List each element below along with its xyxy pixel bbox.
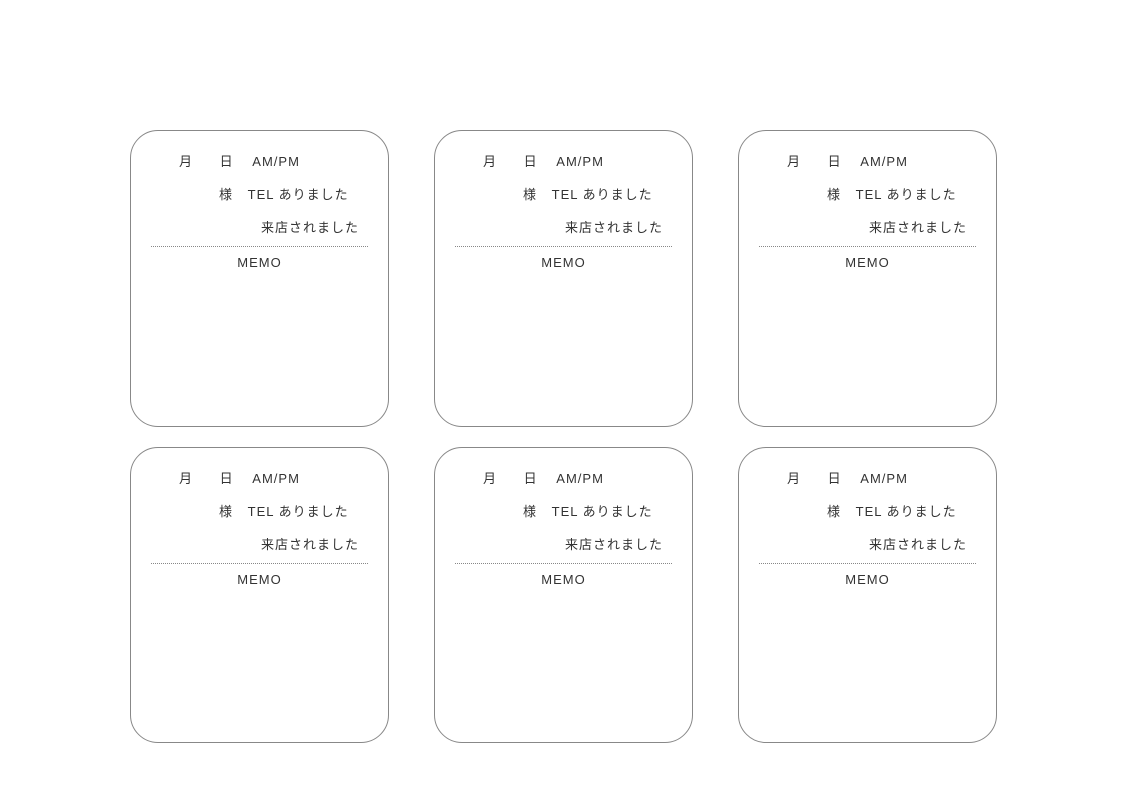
memo-label: MEMO bbox=[149, 564, 370, 587]
tel-label: TEL ありました bbox=[856, 504, 957, 519]
name-line: 様 TEL ありました bbox=[757, 487, 978, 520]
visit-label: 来店されました bbox=[565, 537, 663, 552]
memo-card: 月 日 AM/PM 様 TEL ありました 来店されました MEMO bbox=[434, 130, 693, 427]
visit-label: 来店されました bbox=[869, 537, 967, 552]
date-line: 月 日 AM/PM bbox=[149, 147, 370, 170]
visit-line: 来店されました bbox=[149, 203, 370, 236]
visit-line: 来店されました bbox=[453, 520, 674, 553]
month-label: 月 bbox=[179, 151, 193, 170]
day-label: 日 bbox=[828, 151, 842, 170]
tel-label: TEL ありました bbox=[552, 187, 653, 202]
ampm-label: AM/PM bbox=[556, 154, 604, 169]
sama-label: 様 bbox=[827, 187, 841, 202]
visit-label: 来店されました bbox=[261, 220, 359, 235]
memo-label: MEMO bbox=[149, 247, 370, 270]
month-label: 月 bbox=[787, 151, 801, 170]
sama-label: 様 bbox=[827, 504, 841, 519]
day-label: 日 bbox=[220, 151, 234, 170]
ampm-label: AM/PM bbox=[252, 471, 300, 486]
memo-card: 月 日 AM/PM 様 TEL ありました 来店されました MEMO bbox=[738, 447, 997, 744]
memo-card: 月 日 AM/PM 様 TEL ありました 来店されました MEMO bbox=[130, 130, 389, 427]
tel-label: TEL ありました bbox=[552, 504, 653, 519]
memo-card: 月 日 AM/PM 様 TEL ありました 来店されました MEMO bbox=[434, 447, 693, 744]
memo-label: MEMO bbox=[757, 247, 978, 270]
sama-label: 様 bbox=[219, 504, 233, 519]
visit-label: 来店されました bbox=[869, 220, 967, 235]
memo-label: MEMO bbox=[757, 564, 978, 587]
ampm-label: AM/PM bbox=[860, 471, 908, 486]
name-line: 様 TEL ありました bbox=[757, 170, 978, 203]
ampm-label: AM/PM bbox=[556, 471, 604, 486]
sama-label: 様 bbox=[523, 504, 537, 519]
memo-label: MEMO bbox=[453, 247, 674, 270]
month-label: 月 bbox=[483, 468, 497, 487]
month-label: 月 bbox=[787, 468, 801, 487]
date-line: 月 日 AM/PM bbox=[149, 464, 370, 487]
card-grid: 月 日 AM/PM 様 TEL ありました 来店されました MEMO 月 日 A… bbox=[130, 130, 997, 743]
visit-line: 来店されました bbox=[757, 203, 978, 236]
day-label: 日 bbox=[828, 468, 842, 487]
sama-label: 様 bbox=[523, 187, 537, 202]
visit-label: 来店されました bbox=[565, 220, 663, 235]
day-label: 日 bbox=[524, 151, 538, 170]
name-line: 様 TEL ありました bbox=[149, 170, 370, 203]
month-label: 月 bbox=[483, 151, 497, 170]
visit-line: 来店されました bbox=[757, 520, 978, 553]
memo-label: MEMO bbox=[453, 564, 674, 587]
month-label: 月 bbox=[179, 468, 193, 487]
date-line: 月 日 AM/PM bbox=[453, 147, 674, 170]
ampm-label: AM/PM bbox=[860, 154, 908, 169]
name-line: 様 TEL ありました bbox=[453, 487, 674, 520]
tel-label: TEL ありました bbox=[248, 504, 349, 519]
date-line: 月 日 AM/PM bbox=[757, 147, 978, 170]
visit-label: 来店されました bbox=[261, 537, 359, 552]
date-line: 月 日 AM/PM bbox=[757, 464, 978, 487]
tel-label: TEL ありました bbox=[248, 187, 349, 202]
day-label: 日 bbox=[220, 468, 234, 487]
visit-line: 来店されました bbox=[149, 520, 370, 553]
memo-card: 月 日 AM/PM 様 TEL ありました 来店されました MEMO bbox=[738, 130, 997, 427]
ampm-label: AM/PM bbox=[252, 154, 300, 169]
name-line: 様 TEL ありました bbox=[453, 170, 674, 203]
memo-template-page: 月 日 AM/PM 様 TEL ありました 来店されました MEMO 月 日 A… bbox=[0, 0, 1127, 803]
visit-line: 来店されました bbox=[453, 203, 674, 236]
day-label: 日 bbox=[524, 468, 538, 487]
tel-label: TEL ありました bbox=[856, 187, 957, 202]
name-line: 様 TEL ありました bbox=[149, 487, 370, 520]
memo-card: 月 日 AM/PM 様 TEL ありました 来店されました MEMO bbox=[130, 447, 389, 744]
sama-label: 様 bbox=[219, 187, 233, 202]
date-line: 月 日 AM/PM bbox=[453, 464, 674, 487]
